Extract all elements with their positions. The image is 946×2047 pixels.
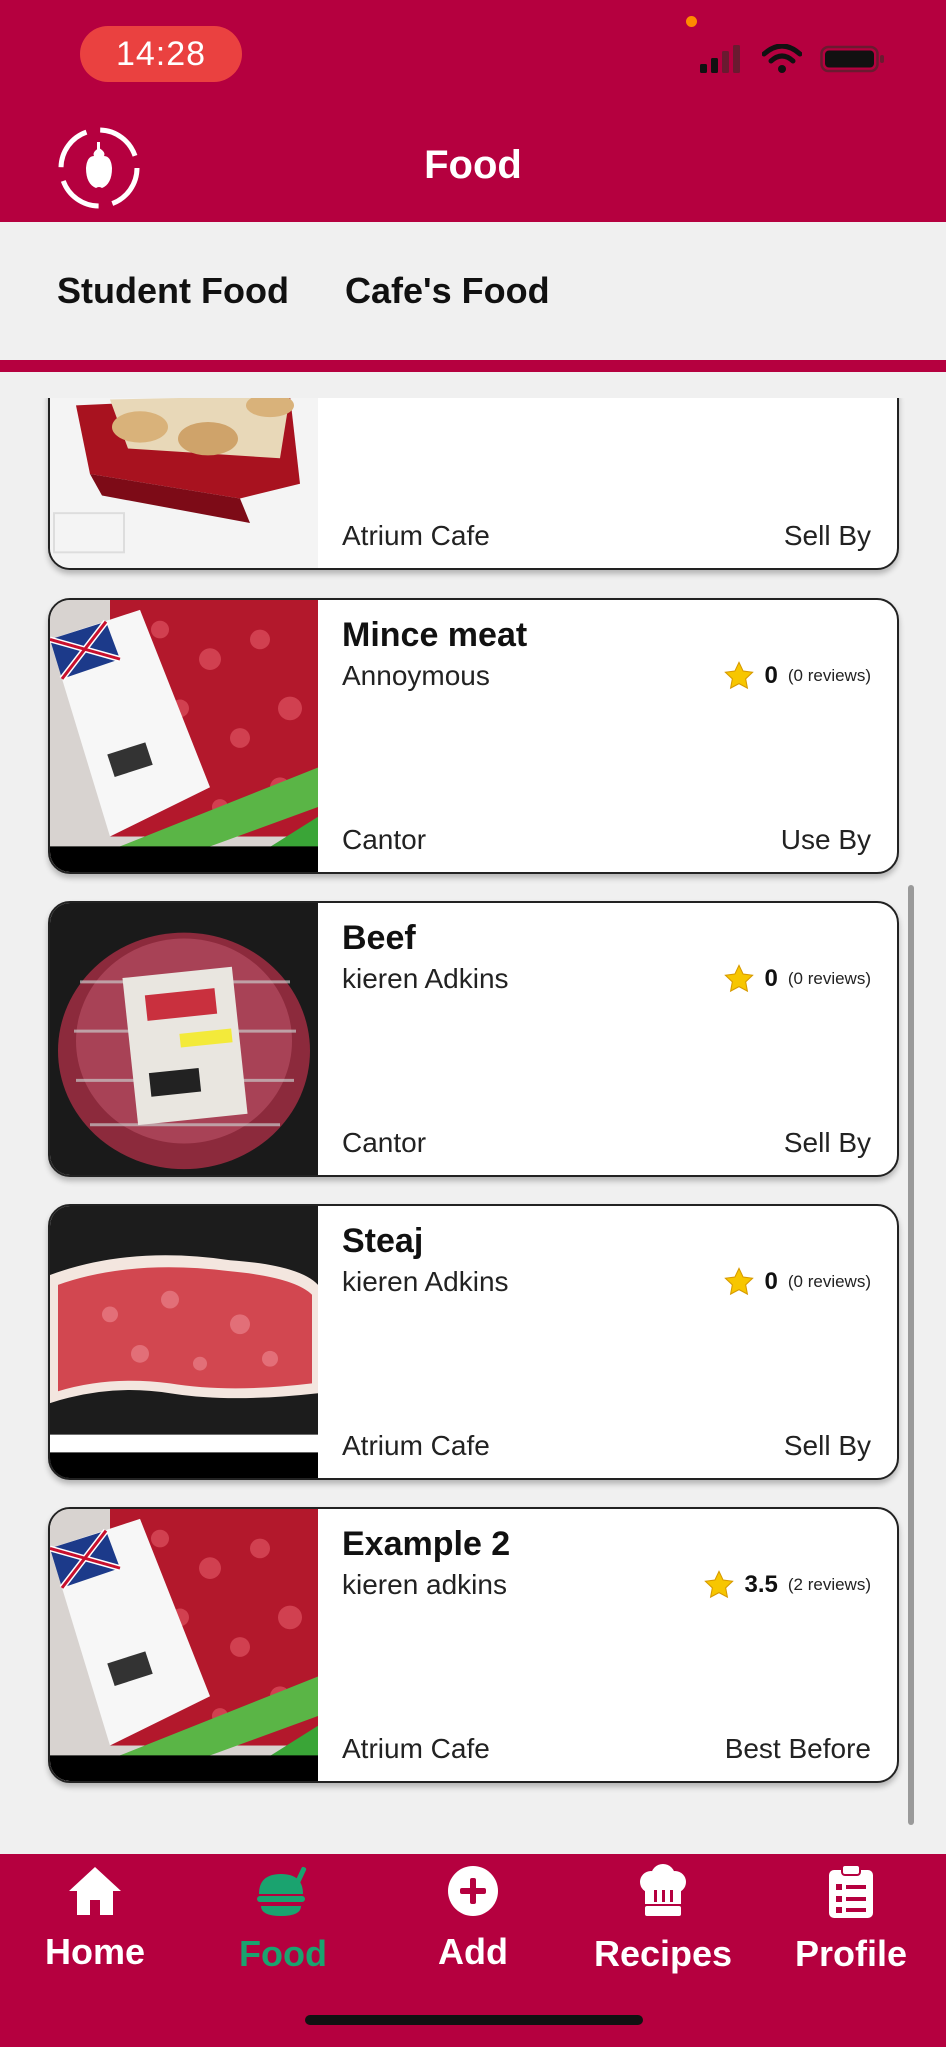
nav-food[interactable]: Food bbox=[193, 1864, 373, 1975]
rating-reviews: (0 reviews) bbox=[787, 1272, 871, 1291]
food-name: Mince meat bbox=[342, 616, 528, 654]
food-rating: 3.5 (2 reviews) bbox=[703, 1569, 871, 1601]
rating-reviews: (2 reviews) bbox=[787, 1575, 871, 1594]
food-rating: 0 (0 reviews) bbox=[723, 1266, 871, 1298]
star-icon bbox=[723, 661, 754, 690]
star-icon bbox=[723, 964, 754, 993]
nav-add[interactable]: Add bbox=[383, 1864, 563, 1973]
mince-meat-image bbox=[50, 1509, 318, 1781]
list-scrollbar[interactable] bbox=[908, 885, 914, 1825]
food-location: Cantor bbox=[342, 1127, 427, 1158]
rating-score: 0 bbox=[764, 965, 778, 992]
nav-recipes[interactable]: Recipes bbox=[573, 1864, 753, 1975]
rating-reviews: (0 reviews) bbox=[787, 969, 871, 988]
mince-pies-image bbox=[50, 398, 318, 568]
food-icon bbox=[257, 1866, 307, 1916]
food-date-type: Use By bbox=[780, 824, 871, 855]
nav-home[interactable]: Home bbox=[5, 1864, 185, 1973]
rating-score: 3.5 bbox=[744, 1571, 778, 1598]
food-owner: kieren Adkins bbox=[342, 963, 509, 994]
beef-joint-image bbox=[50, 903, 318, 1175]
page-title: Food bbox=[424, 143, 522, 187]
wifi-icon bbox=[762, 44, 802, 73]
food-date-type: Sell By bbox=[783, 1127, 871, 1158]
tab-cafes-food[interactable]: Cafe's Food bbox=[345, 270, 550, 312]
food-name: Beef bbox=[342, 919, 416, 957]
food-date-type: Best Before bbox=[724, 1733, 871, 1764]
steak-image bbox=[50, 1206, 318, 1478]
privacy-indicator-dot bbox=[686, 16, 697, 27]
food-owner: Annoymous bbox=[342, 660, 490, 691]
food-location: Atrium Cafe bbox=[342, 520, 490, 551]
rating-reviews: (0 reviews) bbox=[787, 666, 871, 685]
nav-label: Profile bbox=[794, 1933, 908, 1974]
chef-hat-icon bbox=[640, 1864, 686, 1916]
food-card[interactable]: Beef kieren Adkins 0 (0 reviews) Cantor … bbox=[48, 901, 899, 1177]
food-card[interactable]: Atrium Cafe Sell By bbox=[48, 398, 899, 570]
clipboard-icon bbox=[829, 1864, 873, 1918]
food-location: Atrium Cafe bbox=[342, 1430, 490, 1461]
food-list[interactable]: Atrium Cafe Sell By Mince meat Annoymous bbox=[0, 398, 946, 1853]
food-location: Atrium Cafe bbox=[342, 1733, 490, 1764]
food-owner: kieren adkins bbox=[342, 1569, 507, 1600]
food-card[interactable]: Mince meat Annoymous 0 (0 reviews) Canto… bbox=[48, 598, 899, 874]
food-date-type: Sell By bbox=[783, 520, 871, 551]
star-icon bbox=[723, 1267, 754, 1296]
star-icon bbox=[703, 1570, 734, 1599]
food-rating: 0 (0 reviews) bbox=[723, 963, 871, 995]
mince-meat-image bbox=[50, 600, 318, 872]
food-date-type: Sell By bbox=[783, 1430, 871, 1461]
header-bar: 14:28 Food bbox=[0, 0, 946, 222]
nav-label: Recipes bbox=[593, 1933, 733, 1974]
status-icons bbox=[698, 44, 886, 74]
rating-score: 0 bbox=[764, 1268, 778, 1295]
rating-score: 0 bbox=[764, 662, 778, 689]
nav-label: Add bbox=[438, 1931, 508, 1972]
add-circle-icon bbox=[448, 1866, 498, 1916]
tabs-divider bbox=[0, 360, 946, 372]
food-location: Cantor bbox=[342, 824, 427, 855]
cellular-signal-icon bbox=[700, 45, 740, 73]
nav-label: Home bbox=[44, 1931, 146, 1972]
home-indicator[interactable] bbox=[305, 2015, 643, 2025]
food-name: Steaj bbox=[342, 1222, 424, 1260]
nav-profile[interactable]: Profile bbox=[761, 1864, 941, 1975]
nav-label: Food bbox=[239, 1933, 327, 1974]
status-time: 14:28 bbox=[80, 26, 242, 82]
home-icon bbox=[69, 1867, 121, 1915]
food-name: Example 2 bbox=[342, 1525, 511, 1563]
battery-icon bbox=[820, 45, 884, 73]
tab-student-food[interactable]: Student Food bbox=[57, 270, 289, 312]
food-card[interactable]: Example 2 kieren adkins 3.5 (2 reviews) … bbox=[48, 1507, 899, 1783]
food-owner: kieren Adkins bbox=[342, 1266, 509, 1297]
food-rating: 0 (0 reviews) bbox=[723, 660, 871, 692]
food-card[interactable]: Steaj kieren Adkins 0 (0 reviews) Atrium… bbox=[48, 1204, 899, 1480]
food-tabs: Student Food Cafe's Food bbox=[0, 222, 946, 360]
